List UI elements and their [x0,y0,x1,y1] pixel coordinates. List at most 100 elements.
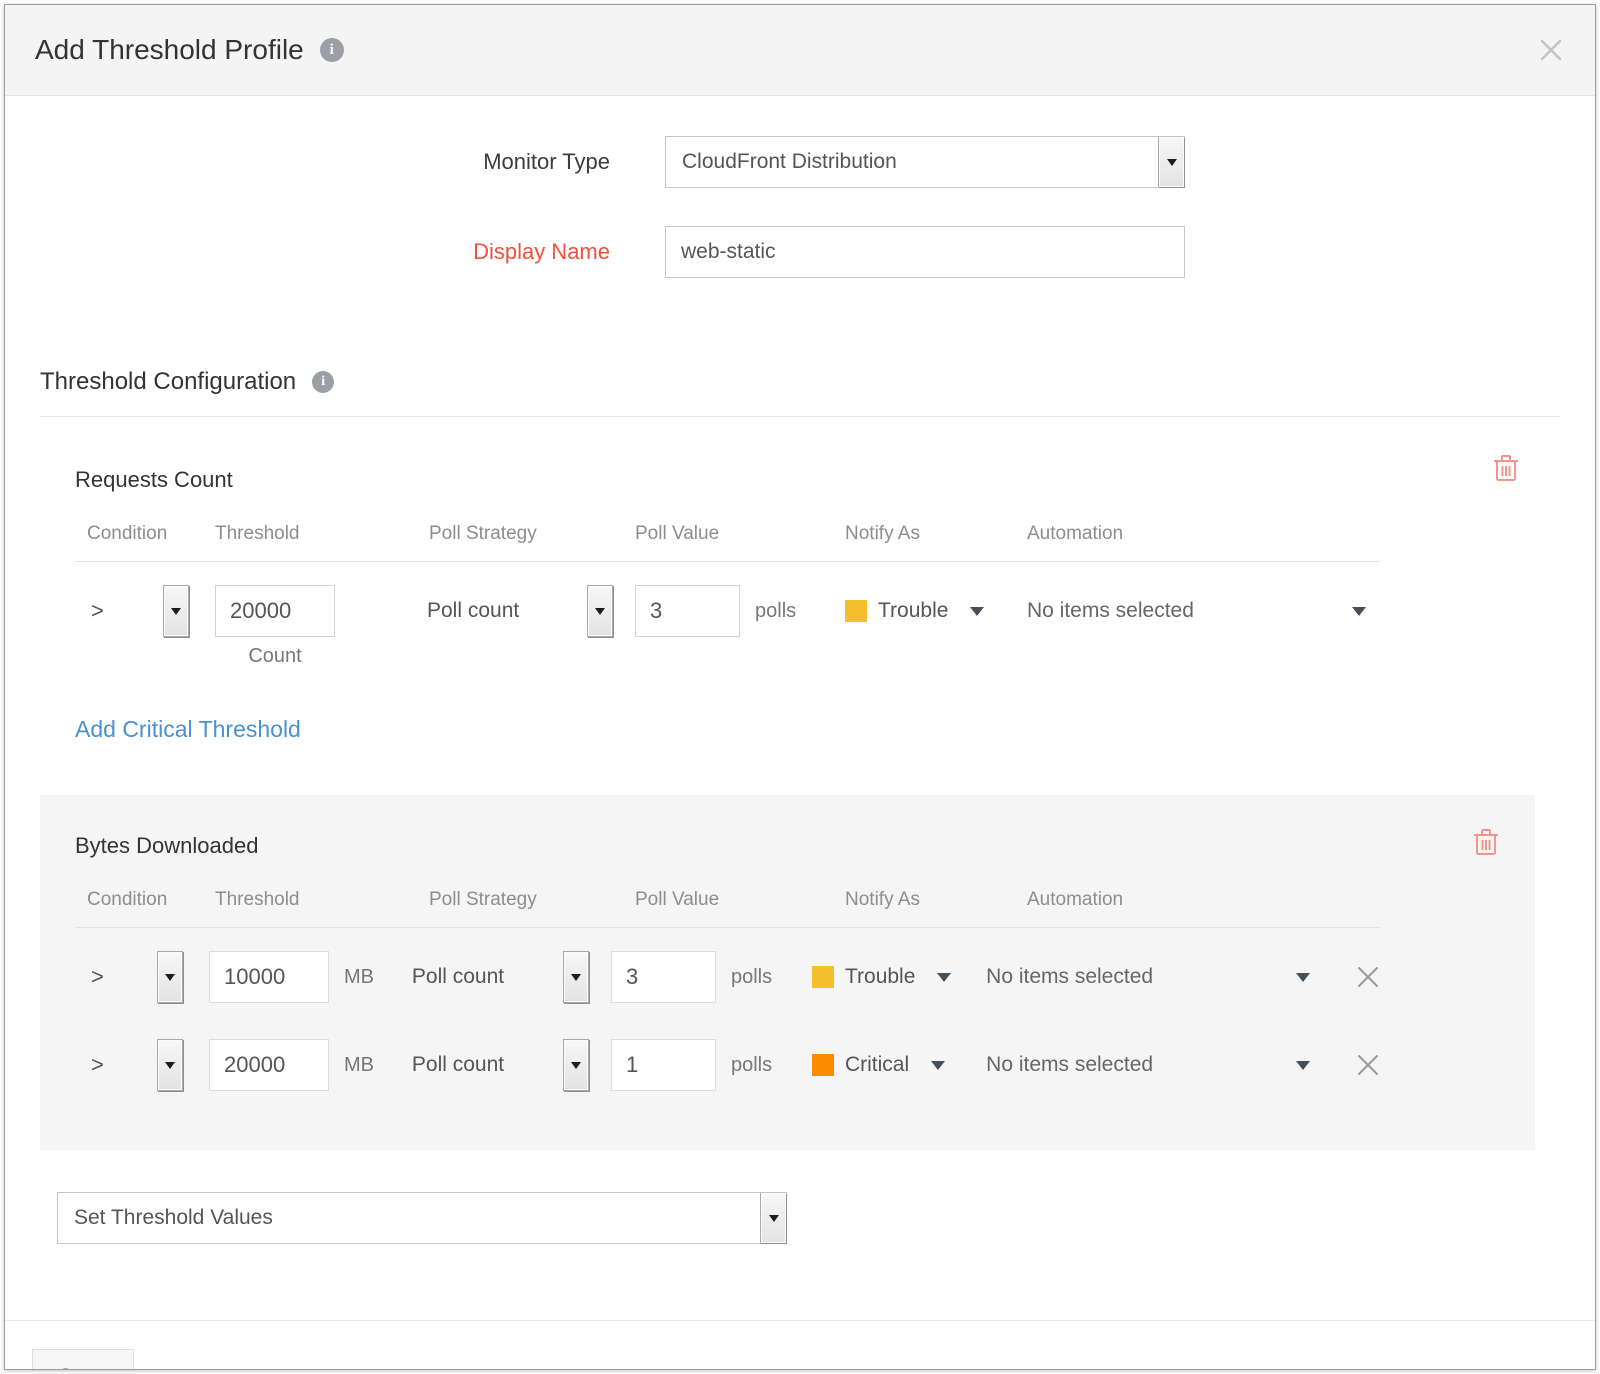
condition-value: > [91,1052,104,1078]
poll-value-input[interactable] [611,1039,716,1091]
threshold-input[interactable] [215,585,335,637]
save-button[interactable]: Save [32,1349,134,1370]
poll-value-input[interactable] [611,951,716,1003]
notify-as-select[interactable]: Trouble [845,599,1027,623]
remove-row-icon[interactable] [1356,1053,1380,1077]
metric-section-bytes-downloaded: Bytes Downloaded Condition Threshold Pol… [40,833,1535,1092]
col-poll-strategy: Poll Strategy [427,523,635,545]
poll-unit-label: polls [731,1054,772,1077]
poll-strategy-select[interactable]: Poll count [412,951,611,1003]
automation-value: No items selected [1027,599,1194,623]
col-automation: Automation [1027,523,1380,545]
dropdown-arrow-icon[interactable] [163,585,189,637]
dropdown-arrow-icon[interactable] [157,1039,183,1091]
dialog-header: Add Threshold Profile i [5,5,1595,96]
poll-strategy-value: Poll count [427,599,519,623]
trash-icon[interactable] [1492,453,1520,488]
col-poll-value: Poll Value [635,523,845,545]
col-automation: Automation [1027,889,1380,911]
col-notify-as: Notify As [845,889,1027,911]
dropdown-arrow-icon[interactable] [587,585,613,637]
poll-strategy-select[interactable]: Poll count [412,1039,611,1091]
threshold-unit-label: MB [344,1054,374,1077]
caret-down-icon [1352,607,1366,616]
metric-panel-bytes-downloaded: Bytes Downloaded Condition Threshold Pol… [40,795,1535,1150]
col-threshold: Threshold [215,889,427,911]
automation-select[interactable]: No items selected [986,965,1324,989]
automation-select[interactable]: No items selected [1027,599,1380,623]
monitor-type-select[interactable]: CloudFront Distribution [665,136,1185,188]
set-threshold-values-select[interactable]: Set Threshold Values [57,1192,787,1244]
condition-select[interactable]: > [75,585,215,637]
display-name-row: Display Name [5,226,1595,278]
column-headers: Condition Threshold Poll Strategy Poll V… [75,889,1380,928]
poll-value-input[interactable] [635,585,740,637]
severity-swatch [845,600,867,622]
metric-name: Requests Count [75,467,1560,493]
caret-down-icon [937,973,951,982]
caret-down-icon [931,1061,945,1070]
poll-strategy-value: Poll count [412,965,504,989]
display-name-label: Display Name [5,239,610,265]
automation-value: No items selected [986,1053,1153,1077]
condition-select[interactable]: > [75,951,209,1003]
threshold-row: > MB Poll count [75,950,1380,1004]
threshold-config-header: Threshold Configuration i [40,368,1560,396]
dropdown-arrow-icon[interactable] [760,1193,786,1243]
poll-strategy-value: Poll count [412,1053,504,1077]
metric-name: Bytes Downloaded [75,833,1535,859]
threshold-config-title: Threshold Configuration [40,368,296,396]
col-condition: Condition [75,523,215,545]
monitor-type-value: CloudFront Distribution [666,137,1158,187]
poll-unit-label: polls [731,966,772,989]
info-icon[interactable]: i [312,371,334,393]
col-poll-strategy: Poll Strategy [427,889,635,911]
threshold-row: > Count Poll count [75,584,1380,638]
severity-label: Critical [845,1053,909,1077]
divider [40,416,1560,417]
threshold-unit-label: MB [344,966,374,989]
threshold-input[interactable] [209,951,329,1003]
col-notify-as: Notify As [845,523,1027,545]
caret-down-icon [970,607,984,616]
dropdown-arrow-icon[interactable] [563,1039,589,1091]
notify-as-select[interactable]: Critical [812,1053,986,1077]
col-threshold: Threshold [215,523,427,545]
set-threshold-values-value: Set Threshold Values [58,1193,760,1243]
notify-as-select[interactable]: Trouble [812,965,986,989]
threshold-unit-label: Count [215,645,335,668]
metric-section-requests-count: Requests Count Condition Threshold Poll … [40,467,1560,743]
threshold-row: > MB Poll count [75,1038,1380,1092]
monitor-type-row: Monitor Type CloudFront Distribution [5,136,1595,188]
automation-value: No items selected [986,965,1153,989]
automation-select[interactable]: No items selected [986,1053,1324,1077]
caret-down-icon [1296,1061,1310,1070]
poll-unit-label: polls [755,600,796,623]
severity-swatch [812,966,834,988]
monitor-type-label: Monitor Type [5,149,610,175]
remove-row-icon[interactable] [1356,965,1380,989]
severity-label: Trouble [878,599,948,623]
threshold-input[interactable] [209,1039,329,1091]
display-name-input[interactable] [665,226,1185,278]
col-poll-value: Poll Value [635,889,845,911]
condition-value: > [91,598,104,624]
condition-select[interactable]: > [75,1039,209,1091]
poll-strategy-select[interactable]: Poll count [427,585,635,637]
dialog-footer: Save [5,1320,1595,1370]
dropdown-arrow-icon[interactable] [563,951,589,1003]
col-condition: Condition [75,889,215,911]
severity-label: Trouble [845,965,915,989]
trash-icon[interactable] [1472,827,1500,862]
add-critical-threshold-link[interactable]: Add Critical Threshold [75,716,301,743]
dropdown-arrow-icon[interactable] [157,951,183,1003]
caret-down-icon [1296,973,1310,982]
dropdown-arrow-icon[interactable] [1158,137,1184,187]
close-icon[interactable] [1537,36,1565,64]
info-icon[interactable]: i [320,38,344,62]
severity-swatch [812,1054,834,1076]
dialog-title: Add Threshold Profile [35,34,304,66]
column-headers: Condition Threshold Poll Strategy Poll V… [75,523,1380,562]
add-threshold-profile-dialog: Add Threshold Profile i Monitor Type Clo… [4,4,1596,1370]
condition-value: > [91,964,104,990]
